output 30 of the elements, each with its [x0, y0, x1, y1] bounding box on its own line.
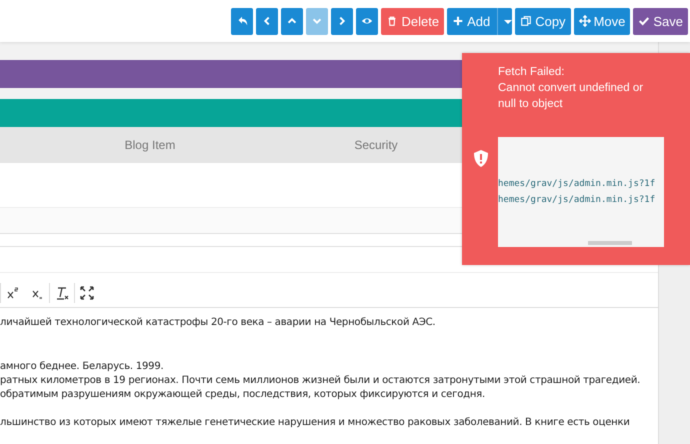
copy-button[interactable]: Copy — [515, 8, 571, 34]
previous-button[interactable] — [256, 8, 278, 34]
text-line: обратимым разрушениям окружающей среды, последствия, которых фиксируются и сегодня. — [0, 388, 486, 402]
preview-button[interactable] — [356, 8, 378, 34]
trash-icon — [386, 15, 398, 27]
error-title: Fetch Failed: — [498, 65, 566, 80]
tab[interactable]: Security — [300, 138, 452, 152]
up-button[interactable] — [281, 8, 304, 34]
undo-arrow-icon — [236, 15, 248, 27]
save-button[interactable]: Save — [633, 8, 688, 34]
move-arrows-icon — [578, 15, 591, 27]
copy-icon — [520, 15, 532, 27]
stack-trace-line: hemes/grav/js/admin.min.js?1f — [498, 178, 656, 191]
error-message: Cannot convert undefined or null to object — [498, 81, 644, 112]
text-line: льшинство из которых имеют тяжелые генетические нарушения и множество раковых заболеваний. В книге есть оценки — [0, 416, 631, 430]
scrollbar-thumb[interactable] — [588, 241, 632, 245]
text-line: ратных километров в 19 регионах. Почти семь миллионов жизней были и остаются затронутыми этой страшной трагедией. — [0, 374, 642, 388]
checkmark-icon — [638, 15, 650, 27]
move-button[interactable]: Move — [574, 8, 630, 34]
text-line: амного беднее. Беларусь. 1999. — [0, 360, 164, 374]
plus-icon — [452, 15, 464, 27]
delete-button[interactable]: Delete — [381, 8, 444, 34]
undo-button[interactable] — [231, 8, 254, 34]
tab[interactable]: Blog Item — [0, 138, 300, 152]
caret-icon — [497, 8, 512, 34]
text-line: личайшей технологической катастрофы 20-го века – аварии на Чернобыльской АЭС. — [0, 316, 436, 330]
stack-trace-line: hemes/grav/js/admin.min.js?1f — [498, 194, 656, 207]
add-button[interactable]: Add — [447, 8, 512, 34]
shield-alert-icon — [474, 150, 488, 167]
next-button[interactable] — [331, 8, 354, 34]
